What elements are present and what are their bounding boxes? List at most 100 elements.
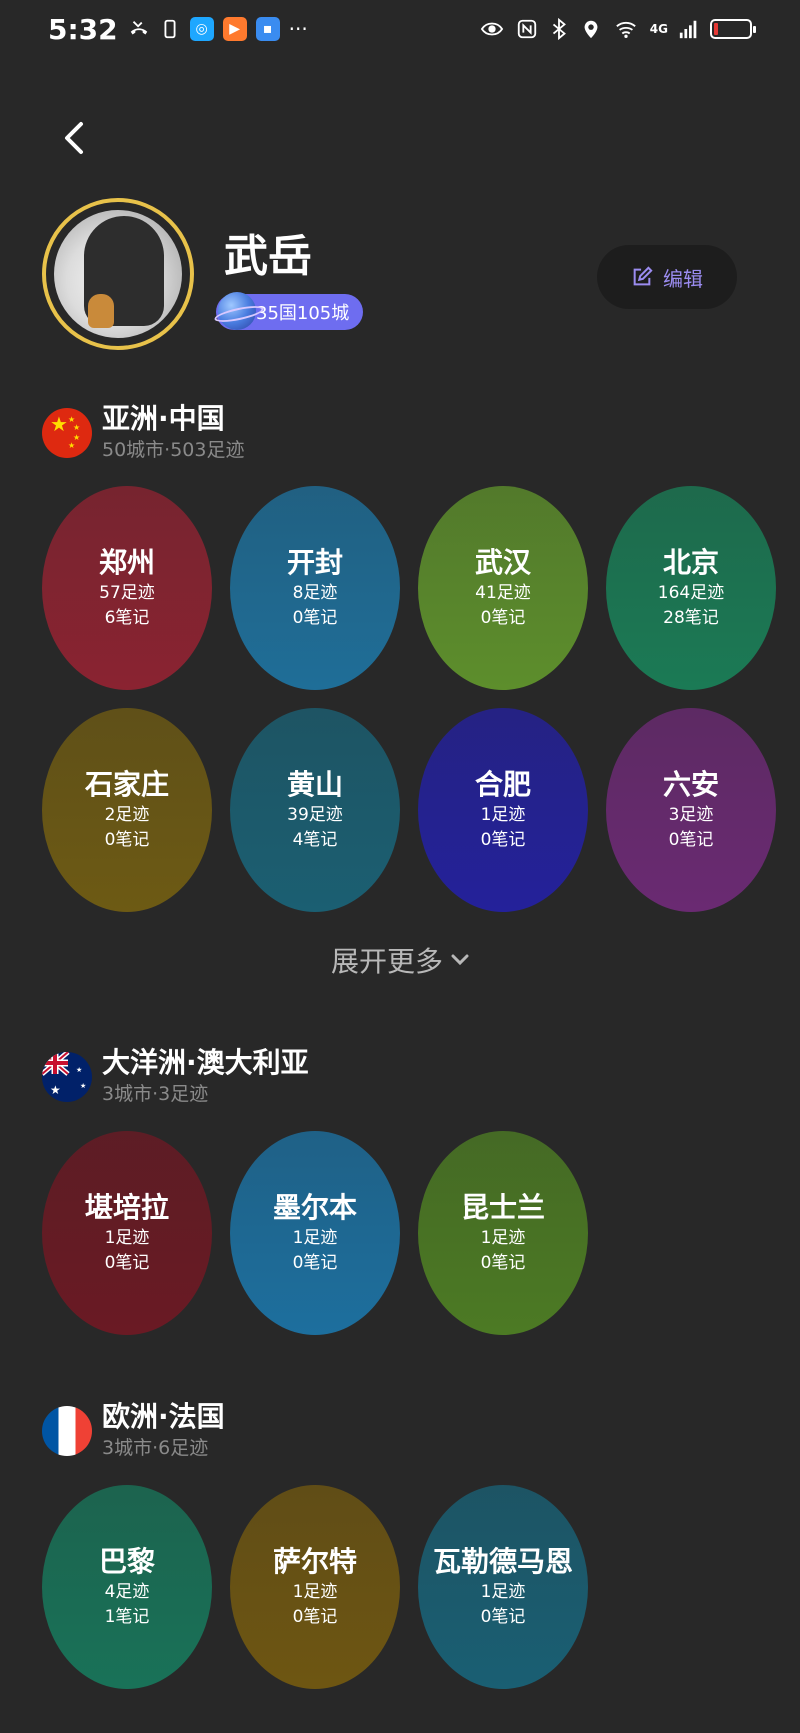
- city-footprints: 2足迹: [104, 805, 150, 825]
- status-bar: 5:32 ◎ ▶ ▪ ··· 4G: [0, 0, 800, 58]
- eye-icon: [480, 22, 503, 36]
- city-name: 昆士兰: [460, 1191, 545, 1224]
- city-name: 开封: [286, 546, 343, 579]
- city-footprints: 1足迹: [104, 1228, 150, 1248]
- city-grid-australia: 堪培拉 1足迹 0笔记 墨尔本 1足迹 0笔记 昆士兰 1足迹 0笔记: [42, 1131, 776, 1335]
- status-right-icons: 4G: [478, 18, 756, 40]
- search-app-icon: ◎: [189, 17, 214, 41]
- city-card[interactable]: 六安 3足迹 0笔记: [606, 708, 776, 912]
- city-notes: 0笔记: [480, 1607, 526, 1627]
- city-name: 郑州: [98, 546, 155, 579]
- city-card[interactable]: 萨尔特 1足迹 0笔记: [230, 1485, 400, 1689]
- city-notes: 4笔记: [292, 830, 338, 850]
- city-grid-china: 郑州 57足迹 6笔记 开封 8足迹 0笔记 武汉 41足迹 0笔记 北京 164足迹 28笔记石家庄…: [42, 486, 776, 912]
- city-notes: 0笔记: [480, 608, 526, 628]
- australia-flag-icon: ★ ★ ★: [42, 1052, 92, 1102]
- section-header[interactable]: 欧洲·法国 3城市·6足迹: [42, 1400, 225, 1459]
- city-card[interactable]: 石家庄 2足迹 0笔记: [42, 708, 212, 912]
- chevron-left-icon: [65, 122, 83, 154]
- city-grid-france: 巴黎 4足迹 1笔记 萨尔特 1足迹 0笔记 瓦勒德马恩 1足迹 0笔记: [42, 1485, 776, 1689]
- city-card[interactable]: 武汉 41足迹 0笔记: [418, 486, 588, 690]
- cat-figure: [88, 294, 114, 328]
- signal-icon: [679, 20, 697, 39]
- city-name: 北京: [662, 546, 719, 579]
- network-type: 4G: [649, 22, 668, 36]
- globe-icon: [218, 292, 256, 330]
- city-footprints: 41足迹: [475, 583, 531, 603]
- city-name: 堪培拉: [84, 1191, 169, 1224]
- city-name: 巴黎: [98, 1545, 155, 1578]
- city-card[interactable]: 北京 164足迹 28笔记: [606, 486, 776, 690]
- bluetooth-icon: [552, 18, 566, 40]
- city-card[interactable]: 昆士兰 1足迹 0笔记: [418, 1131, 588, 1335]
- city-footprints: 1足迹: [480, 805, 526, 825]
- city-footprints: 1足迹: [480, 1228, 526, 1248]
- badge-label: 35国105城: [256, 303, 350, 324]
- city-name: 瓦勒德马恩: [432, 1545, 573, 1578]
- svg-text:★: ★: [80, 1082, 86, 1090]
- city-notes: 0笔记: [104, 1253, 150, 1273]
- avatar[interactable]: [42, 198, 194, 350]
- city-footprints: 1足迹: [292, 1582, 338, 1602]
- missed-call-icon: [130, 21, 147, 35]
- city-notes: 1笔记: [104, 1607, 150, 1627]
- svg-text:★: ★: [76, 1066, 82, 1074]
- city-footprints: 1足迹: [480, 1582, 526, 1602]
- city-card[interactable]: 瓦勒德马恩 1足迹 0笔记: [418, 1485, 588, 1689]
- city-name: 萨尔特: [272, 1545, 357, 1578]
- city-card[interactable]: 堪培拉 1足迹 0笔记: [42, 1131, 212, 1335]
- battery-icon: [710, 19, 756, 39]
- city-card[interactable]: 墨尔本 1足迹 0笔记: [230, 1131, 400, 1335]
- city-notes: 0笔记: [668, 830, 714, 850]
- nfc-icon: [517, 19, 536, 39]
- app-icon: ▪: [255, 17, 280, 41]
- city-footprints: 3足迹: [668, 805, 714, 825]
- city-card[interactable]: 合肥 1足迹 0笔记: [418, 708, 588, 912]
- city-footprints: 164足迹: [657, 583, 725, 603]
- france-flag-icon: [42, 1406, 92, 1456]
- city-card[interactable]: 开封 8足迹 0笔记: [230, 486, 400, 690]
- china-flag-icon: ★ ★ ★ ★ ★: [42, 408, 92, 458]
- city-card[interactable]: 郑州 57足迹 6笔记: [42, 486, 212, 690]
- chevron-down-icon: [451, 954, 469, 966]
- status-left-icons: ◎ ▶ ▪ ···: [128, 17, 308, 41]
- phone-icon: [164, 19, 176, 39]
- city-notes: 0笔记: [480, 1253, 526, 1273]
- city-name: 石家庄: [84, 768, 169, 801]
- city-name: 武汉: [474, 546, 531, 579]
- city-notes: 0笔记: [104, 830, 150, 850]
- location-icon: [584, 20, 598, 39]
- edit-label: 编辑: [663, 266, 703, 291]
- city-notes: 0笔记: [292, 608, 338, 628]
- edit-icon: [633, 266, 653, 286]
- city-notes: 6笔记: [104, 608, 150, 628]
- city-notes: 0笔记: [480, 830, 526, 850]
- section-stats: 3城市·6足迹: [102, 1437, 209, 1459]
- city-footprints: 4足迹: [104, 1582, 150, 1602]
- status-time: 5:32: [48, 12, 118, 46]
- edit-button[interactable]: 编辑: [597, 245, 737, 309]
- city-footprints: 57足迹: [99, 583, 155, 603]
- expand-more-button[interactable]: 展开更多: [0, 940, 800, 980]
- section-stats: 3城市·3足迹: [102, 1083, 209, 1105]
- country-city-badge[interactable]: 35国105城: [216, 292, 364, 330]
- city-name: 六安: [662, 768, 719, 801]
- city-notes: 0笔记: [292, 1253, 338, 1273]
- city-name: 合肥: [474, 768, 531, 801]
- city-notes: 0笔记: [292, 1607, 338, 1627]
- city-card[interactable]: 巴黎 4足迹 1笔记: [42, 1485, 212, 1689]
- back-button[interactable]: [56, 118, 92, 158]
- wifi-icon: [616, 21, 636, 38]
- section-header[interactable]: ★ ★ ★ ★ ★ 亚洲·中国 50城市·503足迹: [42, 402, 244, 461]
- user-name: 武岳: [224, 231, 312, 282]
- video-app-icon: ▶: [222, 17, 247, 41]
- city-footprints: 1足迹: [292, 1228, 338, 1248]
- more-icon: ···: [288, 17, 308, 41]
- section-header[interactable]: ★ ★ ★ 大洋洲·澳大利亚 3城市·3足迹: [42, 1046, 309, 1105]
- city-notes: 28笔记: [663, 608, 719, 628]
- section-name: 亚洲·中国: [102, 402, 225, 435]
- section-name: 欧洲·法国: [102, 1400, 225, 1433]
- city-name: 黄山: [286, 768, 343, 801]
- city-card[interactable]: 黄山 39足迹 4笔记: [230, 708, 400, 912]
- expand-more-label: 展开更多: [330, 945, 443, 978]
